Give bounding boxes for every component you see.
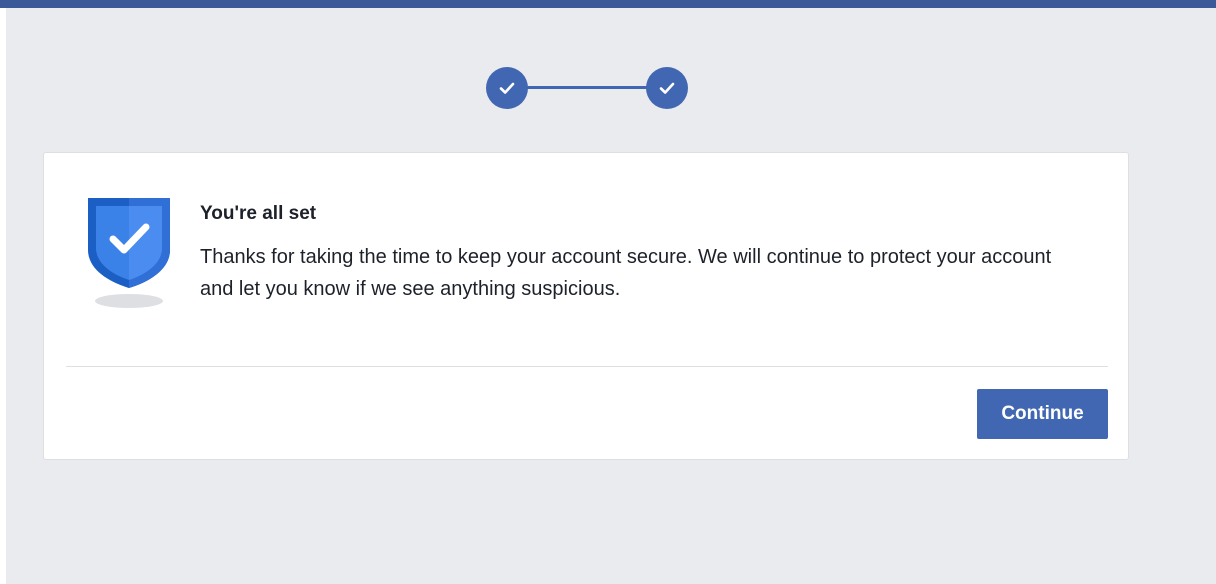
step-1-complete (486, 67, 528, 109)
step-2-complete (646, 67, 688, 109)
card-title: You're all set (200, 203, 317, 224)
check-icon (659, 82, 675, 94)
stepper-connector (524, 86, 654, 89)
confirmation-card: You're all set Thanks for taking the tim… (43, 152, 1129, 460)
card-divider (66, 366, 1108, 367)
card-message: Thanks for taking the time to keep your … (200, 246, 1052, 300)
continue-button[interactable]: Continue (977, 389, 1108, 439)
shield-check-icon (86, 195, 176, 313)
top-bar (0, 0, 1216, 8)
check-icon (499, 82, 515, 94)
progress-stepper (484, 67, 692, 111)
